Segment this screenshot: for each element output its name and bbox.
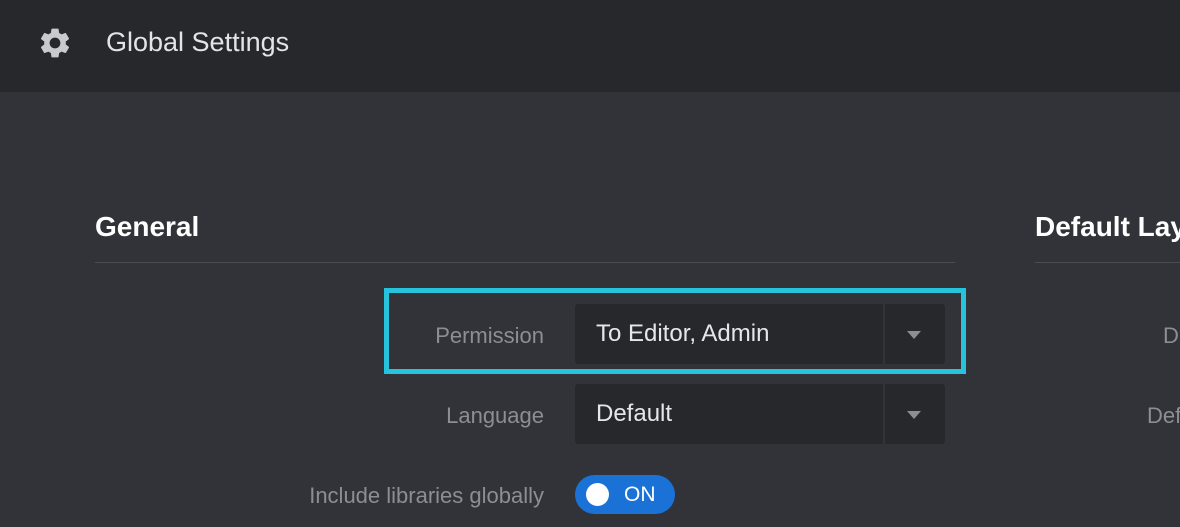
permission-select-value: To Editor, Admin	[596, 320, 770, 347]
select-divider	[883, 384, 885, 444]
general-section-title: General	[95, 211, 200, 242]
chevron-down-icon[interactable]	[907, 331, 921, 339]
language-label: Language	[446, 403, 544, 428]
include-libraries-label: Include libraries globally	[309, 483, 544, 508]
top-bar: Global Settings	[0, 0, 1180, 92]
gear-icon	[40, 28, 70, 58]
language-select[interactable]: Default	[575, 384, 945, 444]
default-layout-section-title: Default Lay	[1035, 211, 1180, 242]
toggle-state-label: ON	[624, 483, 656, 506]
default-layout-row2-label: Def	[1147, 403, 1180, 428]
default-layout-row1-label: D	[1163, 323, 1179, 348]
language-select-value: Default	[596, 400, 673, 427]
select-divider	[883, 304, 885, 364]
page-title: Global Settings	[106, 27, 290, 57]
chevron-down-icon[interactable]	[907, 411, 921, 419]
permission-select[interactable]: To Editor, Admin	[575, 304, 945, 364]
general-section-divider	[95, 262, 955, 263]
toggle-knob	[586, 483, 609, 506]
permission-label: Permission	[435, 323, 544, 348]
default-layout-section-divider	[1035, 262, 1180, 263]
include-libraries-toggle[interactable]: ON	[575, 475, 675, 514]
